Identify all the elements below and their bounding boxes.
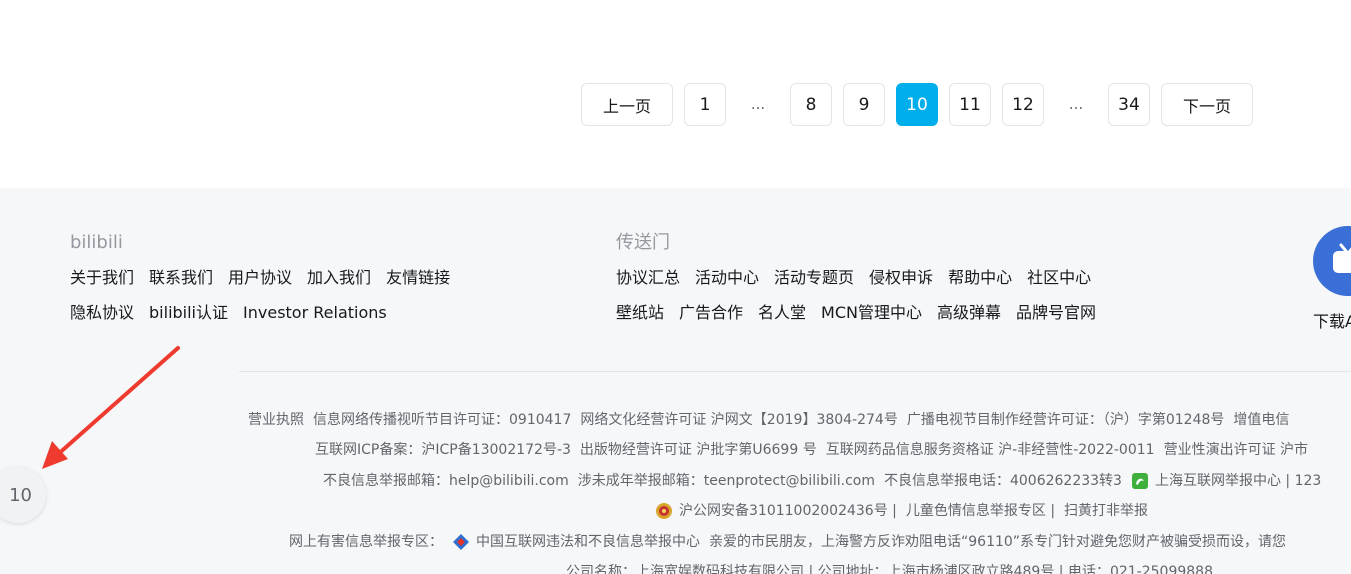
footer-link-mcn[interactable]: MCN管理中心 bbox=[821, 302, 922, 324]
download-app-icon[interactable] bbox=[1313, 226, 1351, 296]
footer-link-row: 壁纸站 广告合作 名人堂 MCN管理中心 高级弹幕 品牌号官网 bbox=[616, 302, 1111, 324]
page-button-10-current[interactable]: 10 bbox=[896, 83, 938, 126]
license-drug-info[interactable]: 互联网药品信息服务资格证 沪-非经营性-2022-0011 bbox=[826, 440, 1155, 460]
license-icp[interactable]: 互联网ICP备案：沪ICP备13002172号-3 bbox=[315, 440, 571, 460]
license-performance[interactable]: 营业性演出许可证 沪市 bbox=[1164, 440, 1308, 460]
footer-link-investor-relations[interactable]: Investor Relations bbox=[243, 302, 387, 324]
license-network-culture[interactable]: 网络文化经营许可证 沪网文【2019】3804-274号 bbox=[580, 410, 897, 430]
footer-link-about[interactable]: 关于我们 bbox=[70, 267, 134, 289]
police-line: 沪公网安备31011002002436号 | 儿童色情信息举报专区 | 扫黄打非… bbox=[655, 501, 1157, 521]
page-button-12[interactable]: 12 bbox=[1002, 83, 1044, 126]
pagination-ellipsis: ... bbox=[1068, 95, 1084, 113]
footer-link-friend-links[interactable]: 友情链接 bbox=[386, 267, 450, 289]
footer-link-infringement[interactable]: 侵权申诉 bbox=[869, 267, 933, 289]
license-telecom[interactable]: 增值电信 bbox=[1233, 410, 1289, 430]
company-info: 公司名称：上海宽娱数码科技有限公司 | 公司地址：上海市杨浦区政立路489号 |… bbox=[566, 564, 1213, 574]
download-app-label: 下载A bbox=[1313, 312, 1351, 331]
footer-link-certification[interactable]: bilibili认证 bbox=[149, 302, 228, 324]
company-info-line: 公司名称：上海宽娱数码科技有限公司 | 公司地址：上海市杨浦区政立路489号 |… bbox=[566, 562, 1222, 574]
tv-icon bbox=[1333, 243, 1351, 273]
next-page-button[interactable]: 下一页 bbox=[1161, 83, 1253, 126]
report-center-link[interactable]: 中国互联网违法和不良信息举报中心 bbox=[476, 532, 700, 552]
footer-link-privacy[interactable]: 隐私协议 bbox=[70, 302, 134, 324]
police-record-link[interactable]: 沪公网安备31011002002436号 | bbox=[679, 501, 897, 521]
footer-link-activity-center[interactable]: 活动中心 bbox=[695, 267, 759, 289]
police-badge-icon bbox=[656, 503, 672, 519]
license-line: 互联网ICP备案：沪ICP备13002172号-3 出版物经营许可证 沪批字第U… bbox=[315, 440, 1317, 460]
shanghai-report-icon bbox=[1131, 473, 1148, 489]
footer-link-community-center[interactable]: 社区中心 bbox=[1027, 267, 1091, 289]
footer-column-title: bilibili bbox=[70, 232, 123, 253]
anti-fraud-notice: 亲爱的市民朋友，上海警方反诈劝阻电话“96110”系专门针对避免您财产被骗受损而… bbox=[709, 534, 1287, 550]
anti-porn-report-link[interactable]: 扫黄打非举报 bbox=[1064, 501, 1148, 521]
license-broadcast[interactable]: 广播电视节目制作经营许可证：（沪）字第01248号 bbox=[907, 410, 1225, 430]
footer-link-wallpaper[interactable]: 壁纸站 bbox=[616, 302, 664, 324]
download-app[interactable]: 下载A bbox=[1313, 226, 1351, 332]
page-button-34[interactable]: 34 bbox=[1108, 83, 1150, 126]
footer-link-row: 关于我们 联系我们 用户协议 加入我们 友情链接 bbox=[70, 267, 465, 289]
footer-link-agreements[interactable]: 协议汇总 bbox=[616, 267, 680, 289]
footer-link-hall-of-fame[interactable]: 名人堂 bbox=[758, 302, 806, 324]
license-publication[interactable]: 出版物经营许可证 沪批字第U6699 号 bbox=[580, 440, 817, 460]
page-button-1[interactable]: 1 bbox=[684, 83, 726, 126]
page-button-9[interactable]: 9 bbox=[843, 83, 885, 126]
page-button-11[interactable]: 11 bbox=[949, 83, 991, 126]
footer-column-title: 传送门 bbox=[616, 232, 670, 253]
footer-column-bilibili: bilibili 关于我们 联系我们 用户协议 加入我们 友情链接 隐私协议 b… bbox=[70, 232, 465, 337]
license-line: 营业执照 信息网络传播视听节目许可证：0910417 网络文化经营许可证 沪网文… bbox=[248, 410, 1298, 430]
prev-page-button[interactable]: 上一页 bbox=[581, 83, 673, 126]
footer-link-brand-site[interactable]: 品牌号官网 bbox=[1016, 302, 1096, 324]
footer-link-ads[interactable]: 广告合作 bbox=[679, 302, 743, 324]
footer-column-portal: 传送门 协议汇总 活动中心 活动专题页 侵权申诉 帮助中心 社区中心 壁纸站 广… bbox=[616, 232, 1111, 337]
page-button-8[interactable]: 8 bbox=[790, 83, 832, 126]
footer-link-row: 隐私协议 bilibili认证 Investor Relations bbox=[70, 302, 465, 324]
report-email: 不良信息举报邮箱：help@bilibili.com bbox=[323, 473, 569, 489]
footer-link-contact[interactable]: 联系我们 bbox=[149, 267, 213, 289]
pagination: 上一页 1 ... 8 9 10 11 12 ... 34 下一页 bbox=[581, 83, 1253, 126]
footer-link-row: 协议汇总 活动中心 活动专题页 侵权申诉 帮助中心 社区中心 bbox=[616, 267, 1111, 289]
license-business[interactable]: 营业执照 bbox=[248, 410, 304, 430]
report-line: 不良信息举报邮箱：help@bilibili.com 涉未成年举报邮箱：teen… bbox=[323, 471, 1330, 491]
harmful-info-label: 网上有害信息举报专区： bbox=[289, 534, 443, 550]
harmful-info-line: 网上有害信息举报专区： 中国互联网违法和不良信息举报中心 亲爱的市民朋友，上海警… bbox=[289, 532, 1295, 552]
footer-divider bbox=[239, 371, 1351, 372]
report-center-icon bbox=[453, 534, 469, 550]
report-phone: 不良信息举报电话：4006262233转3 bbox=[883, 473, 1122, 489]
footer-link-help-center[interactable]: 帮助中心 bbox=[948, 267, 1012, 289]
child-report-link[interactable]: 儿童色情信息举报专区 | bbox=[906, 501, 1055, 521]
footer-link-topic-pages[interactable]: 活动专题页 bbox=[774, 267, 854, 289]
footer-link-user-agreement[interactable]: 用户协议 bbox=[228, 267, 292, 289]
site-footer: bilibili 关于我们 联系我们 用户协议 加入我们 友情链接 隐私协议 b… bbox=[0, 188, 1351, 574]
footer-link-advanced-danmaku[interactable]: 高级弹幕 bbox=[937, 302, 1001, 324]
shanghai-report-center-link[interactable]: 上海互联网举报中心 | 123 bbox=[1155, 471, 1321, 491]
footer-link-join-us[interactable]: 加入我们 bbox=[307, 267, 371, 289]
pagination-ellipsis: ... bbox=[750, 95, 766, 113]
report-minor-email: 涉未成年举报邮箱：teenprotect@bilibili.com bbox=[577, 473, 875, 489]
license-av-permit[interactable]: 信息网络传播视听节目许可证：0910417 bbox=[313, 410, 571, 430]
